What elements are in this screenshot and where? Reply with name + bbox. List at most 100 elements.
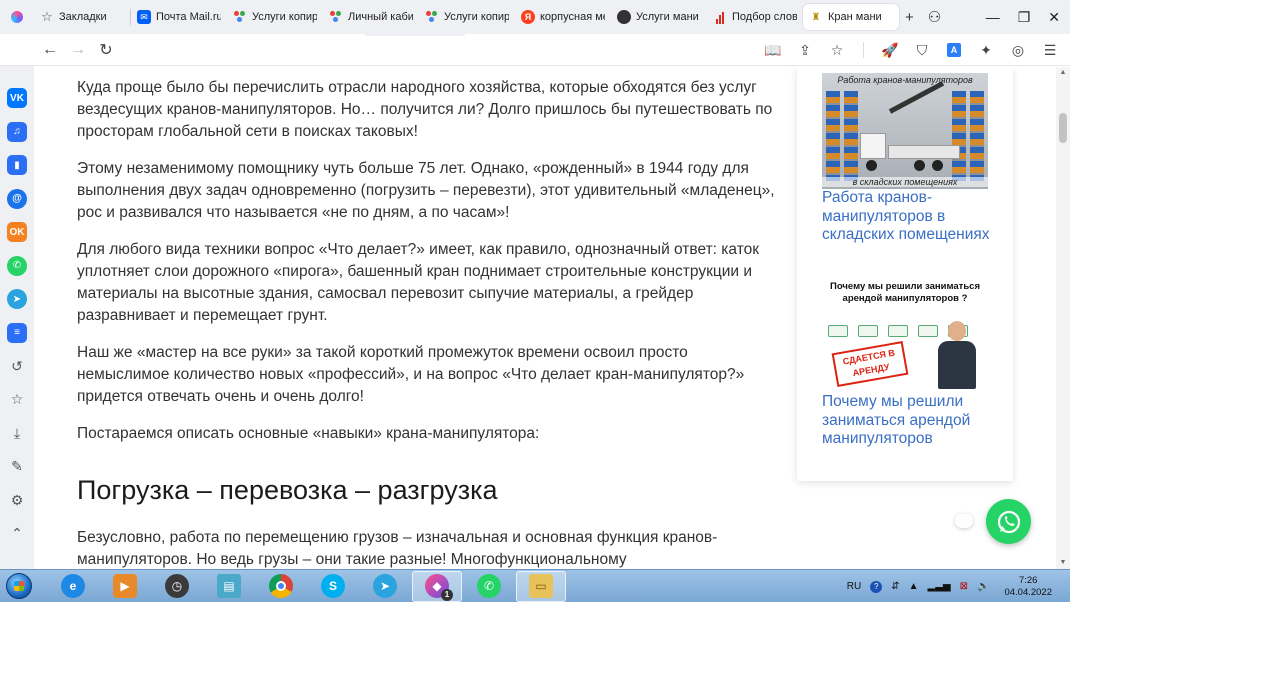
article-paragraph: Этому незаменимому помощнику чуть больше… [77,160,775,221]
start-button[interactable] [0,570,38,603]
related-post-link[interactable]: Почему мы решили заниматься арендой мани… [822,393,1002,449]
telegram-icon: ➤ [373,574,397,598]
taskbar-browser[interactable]: ◆ 1 [412,570,462,602]
tray-status-icon[interactable]: ⊠ [960,581,968,592]
star-icon: ☆ [41,9,53,24]
windows-logo-icon [6,573,32,599]
translate-button[interactable]: A [940,36,968,64]
screen: ☆ Закладки ✉ Почта Mail.ru Услуги копир … [0,0,1070,602]
rental-promo-image[interactable]: Почему мы решили заниматься арендой мани… [822,277,988,393]
taskbar-notepad[interactable]: ▤ [204,571,254,602]
new-tab-icon[interactable]: + [905,9,914,26]
image-caption: Почему мы решили заниматься арендой мани… [830,281,980,304]
clock-time: 7:26 [1018,574,1038,586]
reader-mode-icon[interactable]: 📖 [759,36,787,64]
rocket-icon[interactable]: 🚀 [876,36,904,64]
crane-icon: ♜ [811,11,821,23]
yandex-icon: Я [521,10,535,24]
media-player-icon: ▶ [113,574,137,598]
tray-sync-icon[interactable]: ⇵ [891,581,899,592]
back-arrow-icon[interactable]: ← [36,36,64,64]
taskbar-skype[interactable]: S [308,571,358,602]
tab-manipulator-services[interactable]: Услуги мани [611,4,707,30]
tab-personal-cabinet[interactable]: Личный каби [323,4,419,30]
extensions-icon[interactable]: ✦ [972,36,1000,64]
tab-actions: + ⚇ [905,8,941,27]
restore-icon[interactable]: ❐ [1018,9,1031,26]
warehouse-crane-image[interactable]: Работа кранов-манипуляторов в складских … [822,73,988,189]
clock-icon: ◷ [165,574,189,598]
language-indicator[interactable]: RU [847,581,861,592]
related-post-link[interactable]: Работа кранов-манипуляторов в складских … [822,189,1002,245]
taskbar-internet-explorer[interactable]: e [48,571,98,602]
volume-icon[interactable]: 🔈 [977,581,989,592]
web-page: Куда проще было бы перечислить отрасли н… [34,67,1056,569]
share-icon[interactable]: ⇪ [791,36,819,64]
forward-arrow-icon[interactable]: → [64,36,92,64]
dots-icon [233,10,247,24]
tray-expand-icon[interactable]: ▲ [909,581,919,592]
history-icon[interactable]: ↺ [7,356,27,376]
taskbar-telegram[interactable]: ➤ [360,571,410,602]
taskbar-media-player[interactable]: ▶ [100,571,150,602]
menu-icon[interactable]: ☰ [1036,36,1064,64]
tab-yandex[interactable]: Я корпусная ме [515,4,611,30]
help-icon[interactable]: ? [870,580,883,593]
clock[interactable]: 7:26 04.04.2022 [1004,575,1052,599]
incognito-icon[interactable]: ⚇ [928,8,941,26]
browser-icon: ◆ 1 [425,574,453,601]
tab-crane-active[interactable]: ♜ Кран мани [803,4,899,30]
article-paragraph: Для любого вида техники вопрос «Что дела… [77,241,760,324]
tab-word-selection[interactable]: Подбор слов [707,4,803,30]
skype-icon: S [321,574,345,598]
taskbar-whatsapp[interactable]: ✆ [464,571,514,602]
article-body: Куда проще было бы перечислить отрасли н… [77,77,777,569]
whatsapp-chat-button[interactable] [986,499,1031,544]
bookmark-star-icon[interactable]: ☆ [823,36,851,64]
scroll-up-icon[interactable]: ▲ [1056,67,1070,79]
downloads-icon[interactable]: ⤓ [7,423,27,443]
dark-circle-icon [617,10,631,24]
tab-label: Закладки [59,11,107,23]
whatsapp-icon [997,510,1020,533]
article-paragraph: Куда проще было бы перечислить отрасли н… [77,79,773,140]
pen-icon[interactable]: ✎ [7,457,27,477]
taskbar-file-explorer[interactable]: ▭ [516,570,566,602]
telegram-icon[interactable]: ➤ [7,289,27,309]
scroll-thumb[interactable] [1059,113,1067,143]
notepad-icon: ▤ [217,574,241,598]
reload-icon[interactable]: ↻ [92,36,120,64]
shield-icon[interactable]: ⛉ [908,36,936,64]
music-icon[interactable]: ♫ [7,121,27,142]
taskbar-clock-app[interactable]: ◷ [152,571,202,602]
list-icon[interactable]: ≡ [7,322,27,343]
window-count-badge: 1 [441,589,453,601]
account-icon[interactable]: ◎ [1004,36,1032,64]
browser-logo-icon[interactable] [0,0,34,34]
stats-icon[interactable]: ▮ [7,155,27,175]
taskbar-chrome[interactable] [256,571,306,602]
network-signal-icon[interactable]: ▂▃▅ [928,581,951,592]
whatsapp-icon[interactable]: ✆ [7,255,27,276]
crane-truck-illustration [860,81,960,171]
address-bar-tab-notch [365,34,465,36]
minimize-icon[interactable]: — [986,9,1000,25]
tab-mail[interactable]: ✉ Почта Mail.ru [131,4,227,30]
scroll-down-icon[interactable]: ▼ [1056,557,1070,569]
mail-at-icon[interactable]: @ [7,188,27,209]
tab-label: Услуги копир [252,11,317,23]
tab-copy-services-2[interactable]: Услуги копир [419,4,515,30]
odnoklassniki-icon[interactable]: OK [7,222,27,242]
settings-gear-icon[interactable]: ⚙ [7,490,27,510]
tab-copy-services-1[interactable]: Услуги копир [227,4,323,30]
system-tray: RU ? ⇵ ▲ ▂▃▅ ⊠ 🔈 7:26 04.04.2022 [847,570,1070,602]
vk-icon[interactable]: VK [7,88,27,108]
close-icon[interactable]: ✕ [1048,9,1060,26]
tab-bookmarks[interactable]: ☆ Закладки [34,4,130,30]
collapse-sidebar-icon[interactable]: ⌃ [7,524,27,544]
image-caption: в складских помещениях [822,177,988,187]
favorites-star-icon[interactable]: ☆ [7,390,27,410]
page-scrollbar[interactable]: ▲ ▼ [1056,67,1070,569]
toolbar-separator [863,42,864,58]
tab-label: Услуги мани [636,11,699,23]
